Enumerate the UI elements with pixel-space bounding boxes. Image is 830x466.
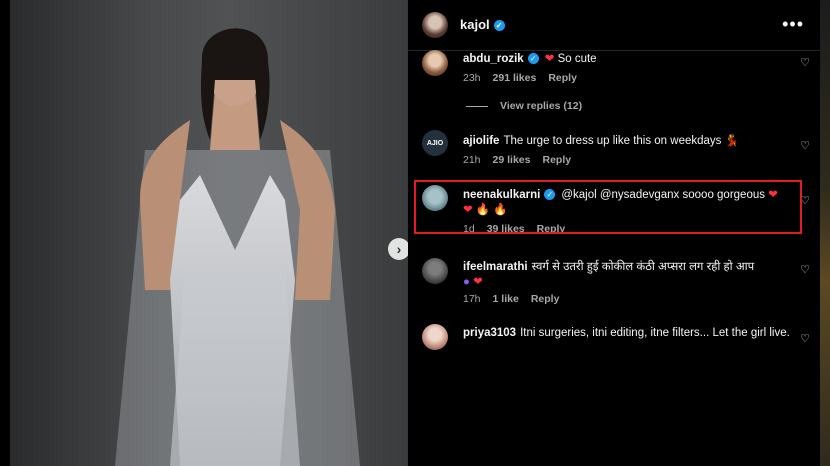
commenter-username[interactable]: ajiolife [463,135,499,147]
right-edge-strip [820,0,830,466]
left-margin [0,0,10,466]
like-heart-icon[interactable]: ♡ [800,263,810,276]
comment-meta: 23h 291 likes Reply [463,72,589,84]
like-heart-icon[interactable]: ♡ [800,332,810,345]
reply-button[interactable]: Reply [531,293,560,305]
purple-heart-emoji: ● [463,276,470,288]
commenter-username[interactable]: ifeelmarathi [463,261,528,273]
comment-text: ifeelmarathi स्वर्ग से उतरी हुई कोकील कंठ… [463,260,793,290]
comment-body: So cute [557,53,597,65]
post-header: kajol ✓ ••• [408,0,820,51]
comment-meta: 21h 29 likes Reply [463,154,583,166]
commenter-username[interactable]: priya3103 [463,327,516,339]
comment-time: 17h [463,293,481,305]
commenter-avatar[interactable] [422,50,448,76]
more-options-icon[interactable]: ••• [782,14,804,35]
reply-button[interactable]: Reply [542,154,571,166]
comment-body: Itni surgeries, itni editing, itne filte… [520,327,790,339]
comment-item: priya3103 Itni surgeries, itni editing, i… [408,322,820,367]
comment-time: 23h [463,72,481,84]
post-photo[interactable]: › [10,0,408,466]
author-username[interactable]: kajol ✓ [460,17,505,32]
comment-item: AJIO ajiolife The urge to dress up like t… [408,130,820,175]
commenter-avatar[interactable] [422,258,448,284]
comment-likes[interactable]: 1 like [493,293,519,305]
view-replies-label[interactable]: View replies (12) [500,100,582,112]
comment-item: ifeelmarathi स्वर्ग से उतरी हुई कोकील कंठ… [408,256,820,311]
replies-line [466,105,488,107]
reply-button[interactable]: Reply [548,72,577,84]
author-avatar[interactable] [422,12,448,38]
comment-body: स्वर्ग से उतरी हुई कोकील कंठी अप्सरा लग … [531,261,755,273]
comment-meta: 17h 1 like Reply [463,293,571,305]
comment-time: 21h [463,154,481,166]
comment-text: priya3103 Itni surgeries, itni editing, i… [463,326,793,341]
commenter-username[interactable]: abdu_rozik [463,53,524,65]
like-heart-icon[interactable]: ♡ [800,139,810,152]
like-heart-icon[interactable]: ♡ [800,56,810,69]
comment-likes[interactable]: 291 likes [493,72,537,84]
commenter-avatar[interactable]: AJIO [422,130,448,156]
comment-text: ajiolife The urge to dress up like this o… [463,134,793,149]
ajio-logo: AJIO [426,139,444,147]
comment-likes[interactable]: 29 likes [493,154,531,166]
comment-item: abdu_rozik ✓ ❤ So cute 23h 291 likes Reply ♡ [408,50,820,95]
verified-badge-icon: ✓ [493,20,505,32]
highlight-annotation-box [414,180,802,234]
commenter-avatar[interactable] [422,324,448,350]
view-replies-button[interactable]: View replies (12) [466,100,582,112]
next-image-button[interactable]: › [388,238,408,260]
red-heart-emoji: ❤ [544,53,558,65]
red-heart-emoji: ❤ [473,276,483,288]
post-image-illustration [115,28,360,466]
comment-text: abdu_rozik ✓ ❤ So cute [463,52,793,67]
author-name[interactable]: kajol [460,17,490,32]
comment-body: The urge to dress up like this on weekda… [503,135,739,147]
verified-badge-icon: ✓ [527,53,539,65]
